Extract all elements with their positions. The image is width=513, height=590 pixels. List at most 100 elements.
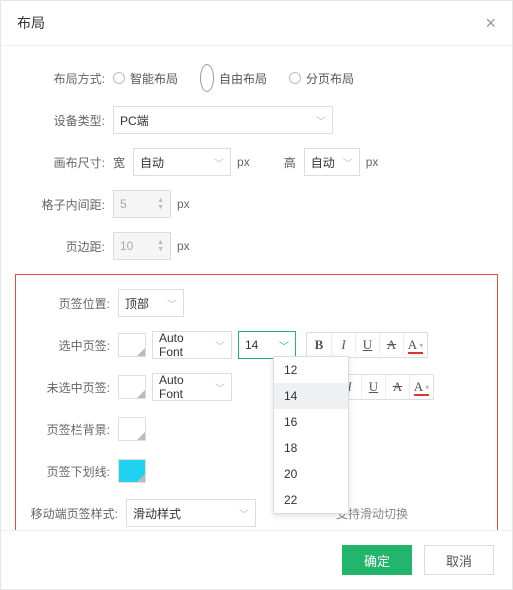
chevron-up-icon: ▲ xyxy=(157,239,164,246)
tab-pos-value: 顶部 xyxy=(125,295,149,312)
dropdown-item[interactable]: 20 xyxy=(274,461,348,487)
underline-button[interactable]: U xyxy=(355,333,379,357)
label-height: 高 xyxy=(284,154,296,171)
canvas-width-value: 自动 xyxy=(140,154,164,171)
row-underline: 页签下划线: xyxy=(26,457,487,485)
font-select[interactable]: Auto Font ﹀ xyxy=(152,331,232,359)
unit-px: px xyxy=(177,239,190,253)
color-bar-icon xyxy=(414,394,429,396)
page-margin-input[interactable]: ▲▼ xyxy=(113,232,171,260)
label-underline: 页签下划线: xyxy=(26,463,118,480)
dialog-footer: 确定 取消 xyxy=(1,530,512,589)
dropdown-item[interactable]: 14 xyxy=(274,383,348,409)
color-swatch[interactable] xyxy=(118,333,146,357)
row-tabbar-bg: 页签栏背景: xyxy=(26,415,487,443)
device-value: PC端 xyxy=(120,112,149,129)
row-tab-pos: 页签位置: 顶部 ﹀ xyxy=(26,289,487,317)
mobile-tab-value: 滑动样式 xyxy=(133,505,181,522)
cancel-button[interactable]: 取消 xyxy=(424,545,494,575)
color-swatch[interactable] xyxy=(118,459,146,483)
row-grid-gap: 格子内间距: ▲▼ px xyxy=(21,190,492,218)
chevron-down-icon: ﹀ xyxy=(279,338,289,353)
label-tab-pos: 页签位置: xyxy=(26,295,118,312)
format-toolbar: B I U A A▾ xyxy=(306,332,428,358)
label-unselected-tab: 未选中页签: xyxy=(26,379,118,396)
chevron-down-icon: ▾ xyxy=(419,341,423,350)
chevron-down-icon: ▼ xyxy=(157,246,164,253)
strike-button[interactable]: A xyxy=(385,375,409,399)
label-device: 设备类型: xyxy=(21,112,113,129)
underline-button[interactable]: U xyxy=(361,375,385,399)
tab-pos-select[interactable]: 顶部 ﹀ xyxy=(118,289,184,317)
font-select[interactable]: Auto Font ﹀ xyxy=(152,373,232,401)
size-dropdown: 121416182022 xyxy=(273,356,349,514)
label-selected-tab: 选中页签: xyxy=(26,337,118,354)
chevron-down-icon: ﹀ xyxy=(167,296,177,311)
device-select[interactable]: PC端 ﹀ xyxy=(113,106,333,134)
strike-button[interactable]: A xyxy=(379,333,403,357)
ok-button[interactable]: 确定 xyxy=(342,545,412,575)
canvas-height-select[interactable]: 自动 ﹀ xyxy=(304,148,360,176)
label-mobile-tab: 移动端页签样式: xyxy=(26,505,126,522)
font-color-button[interactable]: A▾ xyxy=(403,333,427,357)
layout-dialog: 布局 × 布局方式: 智能布局 自由布局 分页布局 设备类型: PC端 ﹀ 画布… xyxy=(0,0,513,590)
label-tabbar-bg: 页签栏背景: xyxy=(26,421,118,438)
chevron-down-icon: ﹀ xyxy=(343,155,353,170)
dropdown-item[interactable]: 18 xyxy=(274,435,348,461)
row-mobile-tab: 移动端页签样式: 滑动样式 ﹀ 支持滑动切换 xyxy=(26,499,487,527)
chevron-down-icon: ▾ xyxy=(425,383,429,392)
unit-px: px xyxy=(237,155,250,169)
label-layout-mode: 布局方式: xyxy=(21,70,113,87)
unit-px: px xyxy=(366,155,379,169)
label-width: 宽 xyxy=(113,154,125,171)
row-selected-tab: 选中页签: Auto Font ﹀ 14 ﹀ B I U A A▾ xyxy=(26,331,487,359)
dropdown-item[interactable]: 16 xyxy=(274,409,348,435)
radio-dot-icon xyxy=(289,72,301,84)
row-page-margin: 页边距: ▲▼ px xyxy=(21,232,492,260)
dialog-title: 布局 xyxy=(17,13,45,33)
font-value: Auto Font xyxy=(159,331,209,359)
grid-gap-input[interactable]: ▲▼ xyxy=(113,190,171,218)
grid-gap-field xyxy=(120,197,153,211)
color-bar-icon xyxy=(408,352,423,354)
chevron-down-icon: ﹀ xyxy=(214,155,224,170)
label-canvas: 画布尺寸: xyxy=(21,154,113,171)
dialog-body: 布局方式: 智能布局 自由布局 分页布局 设备类型: PC端 ﹀ 画布尺寸: 宽… xyxy=(1,46,512,530)
chevron-down-icon: ﹀ xyxy=(215,380,225,395)
dropdown-item[interactable]: 22 xyxy=(274,487,348,513)
row-unselected-tab: 未选中页签: Auto Font ﹀ B I U A A▾ xyxy=(26,373,487,401)
radio-dot-icon xyxy=(113,72,125,84)
layout-mode-radios: 智能布局 自由布局 分页布局 xyxy=(113,64,354,92)
italic-button[interactable]: I xyxy=(331,333,355,357)
radio-smart[interactable]: 智能布局 xyxy=(113,64,178,92)
stepper[interactable]: ▲▼ xyxy=(157,239,164,253)
color-swatch[interactable] xyxy=(118,375,146,399)
canvas-width-group: 宽 自动 ﹀ px xyxy=(113,148,250,176)
page-margin-field xyxy=(120,239,153,253)
mobile-tab-select[interactable]: 滑动样式 ﹀ xyxy=(126,499,256,527)
canvas-height-value: 自动 xyxy=(311,154,335,171)
dropdown-item[interactable]: 12 xyxy=(274,357,348,383)
size-value: 14 xyxy=(245,338,258,352)
label-page-margin: 页边距: xyxy=(21,238,113,255)
close-icon[interactable]: × xyxy=(485,14,496,32)
canvas-width-select[interactable]: 自动 ﹀ xyxy=(133,148,231,176)
chevron-down-icon: ﹀ xyxy=(215,338,225,353)
row-layout-mode: 布局方式: 智能布局 自由布局 分页布局 xyxy=(21,64,492,92)
radio-free-label: 自由布局 xyxy=(219,70,267,87)
titlebar: 布局 × xyxy=(1,1,512,46)
bold-button[interactable]: B xyxy=(307,333,331,357)
stepper[interactable]: ▲▼ xyxy=(157,197,164,211)
unit-px: px xyxy=(177,197,190,211)
radio-page[interactable]: 分页布局 xyxy=(289,64,354,92)
chevron-up-icon: ▲ xyxy=(157,197,164,204)
chevron-down-icon: ﹀ xyxy=(239,506,249,521)
color-swatch[interactable] xyxy=(118,417,146,441)
label-grid-gap: 格子内间距: xyxy=(21,196,113,213)
font-color-button[interactable]: A▾ xyxy=(409,375,433,399)
radio-smart-label: 智能布局 xyxy=(130,70,178,87)
radio-page-label: 分页布局 xyxy=(306,70,354,87)
tabs-section: 页签位置: 顶部 ﹀ 选中页签: Auto Font ﹀ 14 ﹀ B xyxy=(15,274,498,530)
radio-free[interactable]: 自由布局 xyxy=(200,64,267,92)
size-select[interactable]: 14 ﹀ xyxy=(238,331,296,359)
